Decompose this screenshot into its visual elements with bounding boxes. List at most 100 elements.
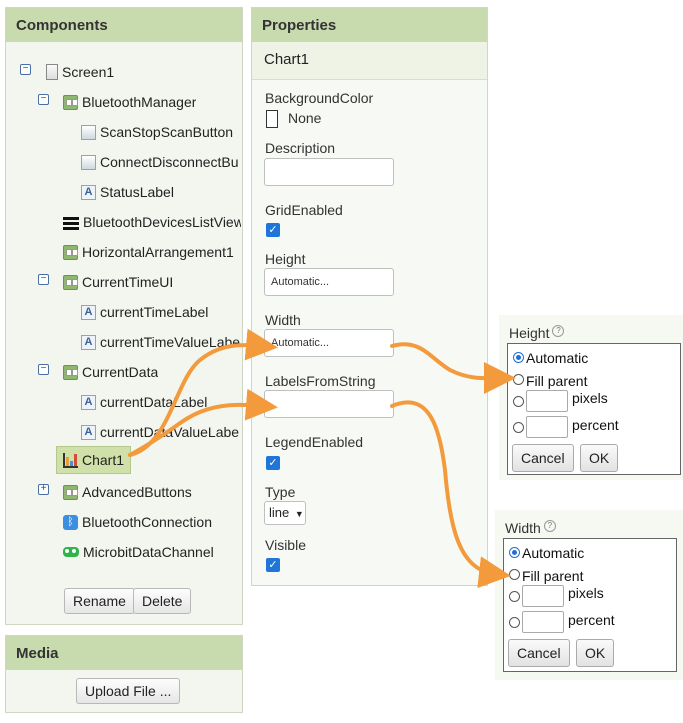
tree-item-bluetoothdeviceslistview[interactable]: BluetoothDevicesListView [63,211,241,233]
height-percent-radio[interactable] [513,422,524,433]
properties-title: Properties [252,8,487,42]
collapse-toggle-bluetoothmanager[interactable]: − [38,94,49,105]
tree-item-label: HorizontalArrangement1 [82,244,234,260]
legendenabled-checkbox[interactable]: ✓ [266,456,280,470]
tree-item-currenttimevaluelabel[interactable]: A currentTimeValueLabe [81,331,241,353]
type-select[interactable]: line ▼ [264,501,306,525]
width-pixels-label: pixels [568,585,604,601]
width-input[interactable]: Automatic... [264,329,394,357]
collapse-toggle-screen1[interactable]: − [20,64,31,75]
button-icon [81,154,96,170]
gridenabled-checkbox[interactable]: ✓ [266,223,280,237]
tree-item-bluetoothconnection[interactable]: ᛒ BluetoothConnection [63,511,212,533]
tree-item-microbitdatachannel[interactable]: MicrobitDataChannel [63,541,214,563]
visible-checkbox[interactable]: ✓ [266,558,280,572]
tree-item-label: BluetoothConnection [82,514,212,530]
backgroundcolor-label: BackgroundColor [265,90,374,106]
label-icon: A [81,184,96,200]
width-popup-title-text: Width [505,520,541,536]
arrangement-icon [63,94,78,110]
tree-item-label: Chart1 [82,452,125,468]
description-input[interactable] [264,158,394,186]
tree-item-label: currentTimeValueLabe [100,334,241,350]
width-pixels-radio[interactable] [509,591,520,602]
tree-item-currentdatalabel[interactable]: A currentDataLabel [81,391,207,413]
tree-item-connectdisconnectbutton[interactable]: ConnectDisconnectBu [81,151,241,173]
label-icon: A [81,394,96,410]
height-fillparent-radio[interactable] [513,374,524,385]
help-icon[interactable]: ? [543,520,556,532]
tree-item-bluetoothmanager[interactable]: BluetoothManager [63,91,196,113]
tree-item-horizontalarrangement1[interactable]: HorizontalArrangement1 [63,241,241,263]
tree-item-currenttimelabel[interactable]: A currentTimeLabel [81,301,208,323]
tree-item-label: BluetoothDevicesListView [83,214,241,230]
height-cancel-button[interactable]: Cancel [512,444,574,472]
height-options-box: Automatic Fill parent pixels percent Can… [507,343,681,475]
listview-icon [63,215,79,230]
width-ok-button[interactable]: OK [576,639,615,667]
tree-item-label: MicrobitDataChannel [83,544,214,560]
rename-button[interactable]: Rename [64,588,135,614]
height-percent-input[interactable] [526,416,568,438]
tree-item-label: BluetoothManager [82,94,197,110]
collapse-toggle-currentdata[interactable]: − [38,364,49,375]
tree-item-chart1[interactable]: Chart1 [56,446,132,474]
height-automatic-radio[interactable] [513,352,524,363]
tree-item-label: CurrentData [82,364,159,380]
width-pixels-input[interactable] [522,585,564,607]
label-icon: A [81,334,96,350]
height-percent-label: percent [572,417,619,433]
height-popup-title-text: Height [509,325,550,341]
height-input[interactable]: Automatic... [264,268,394,296]
width-fillparent-radio[interactable] [509,569,520,580]
arrangement-icon [63,274,78,290]
tree-item-advancedbuttons[interactable]: AdvancedButtons [63,481,192,503]
expand-toggle-advancedbuttons[interactable]: + [38,484,49,495]
visible-label: Visible [265,537,306,553]
collapse-toggle-currenttimeui[interactable]: − [38,274,49,285]
width-percent-input[interactable] [522,611,564,633]
tree-item-label: currentDataLabel [100,394,208,410]
tree-item-currentdata[interactable]: CurrentData [63,361,158,383]
height-pixels-input[interactable] [526,390,568,412]
height-automatic-label: Automatic [526,350,589,366]
labelsfromstring-label: LabelsFromString [265,373,376,389]
height-ok-button[interactable]: OK [580,444,619,472]
type-select-value: line [269,505,290,520]
tree-item-currentdatavaluelabel[interactable]: A currentDataValueLabe [81,421,241,443]
gridenabled-label: GridEnabled [265,202,343,218]
delete-button[interactable]: Delete [133,588,192,614]
height-pixels-radio[interactable] [513,396,524,407]
selected-component-name: Chart1 [252,42,487,80]
help-icon[interactable]: ? [552,325,565,337]
height-popup-title: Height? [509,325,565,341]
width-popup: Width? Automatic Fill parent pixels perc… [495,510,683,680]
width-fillparent-label: Fill parent [522,568,584,584]
backgroundcolor-value[interactable]: None [288,110,321,126]
properties-panel: Properties Chart1 BackgroundColor None D… [251,7,488,586]
tree-item-screen1[interactable]: Screen1 [46,61,114,83]
tree-item-statuslabel[interactable]: A StatusLabel [81,181,174,203]
color-swatch[interactable] [266,110,278,128]
width-label: Width [265,312,301,328]
width-cancel-button[interactable]: Cancel [508,639,570,667]
upload-file-button[interactable]: Upload File ... [76,678,181,704]
bluetooth-icon: ᛒ [63,514,78,530]
arrangement-icon [63,364,78,380]
label-icon: A [81,424,96,440]
media-panel: Media Upload File ... [5,635,243,713]
arrangement-icon [63,484,78,500]
tree-item-scanstopscanbutton[interactable]: ScanStopScanButton [81,121,241,143]
width-percent-radio[interactable] [509,617,520,628]
height-label: Height [265,251,306,267]
width-popup-title: Width? [505,520,556,536]
label-icon: A [81,304,96,320]
microbit-icon [63,547,79,557]
width-percent-label: percent [568,612,615,628]
labelsfromstring-input[interactable] [264,390,394,418]
description-label: Description [265,140,336,156]
tree-item-currenttimeui[interactable]: CurrentTimeUI [63,271,173,293]
components-title: Components [6,8,242,42]
width-automatic-radio[interactable] [509,547,520,558]
tree-item-label: AdvancedButtons [82,484,192,500]
